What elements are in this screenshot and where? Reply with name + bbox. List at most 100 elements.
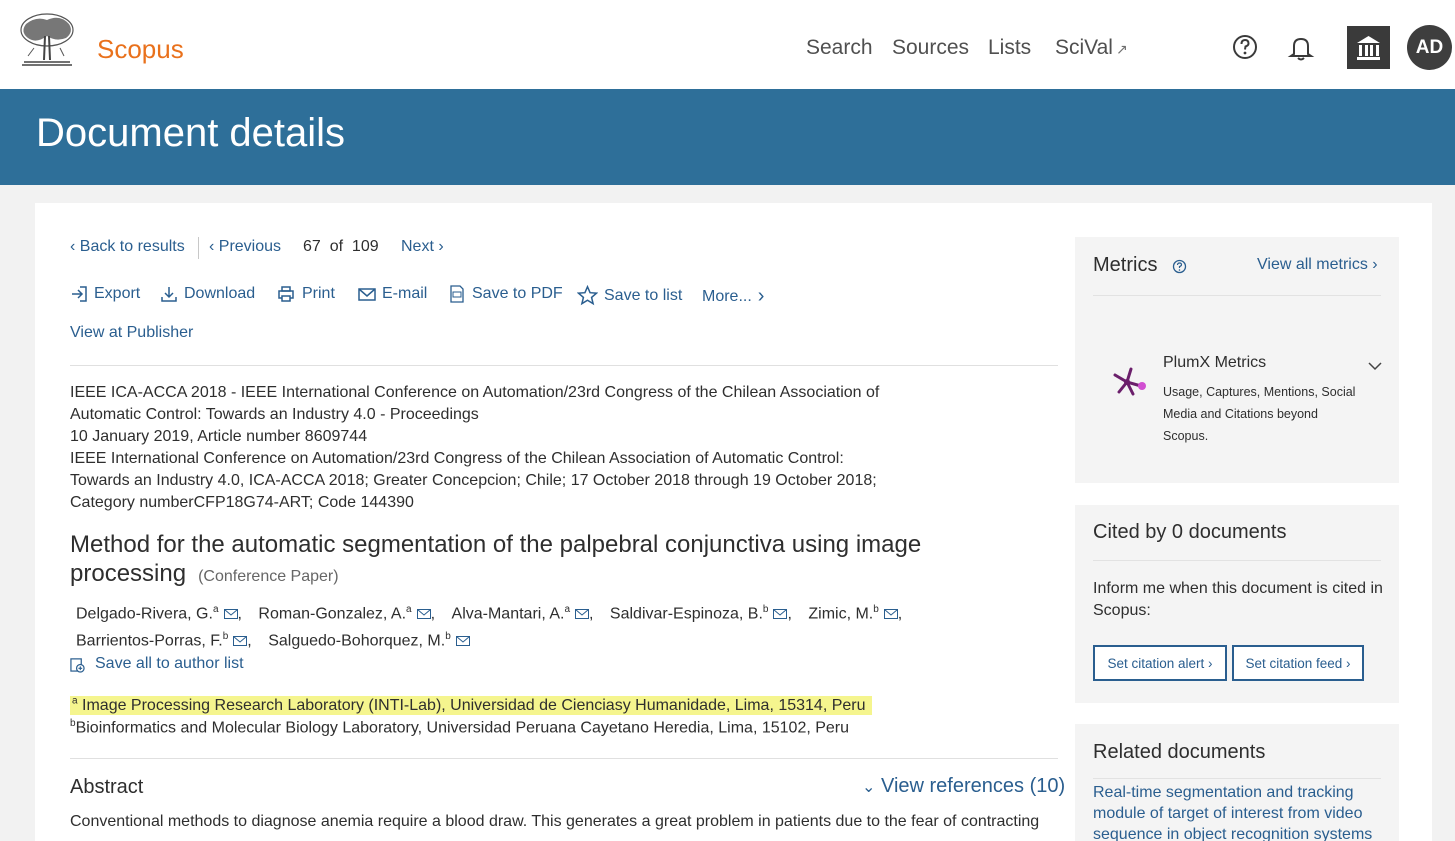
source-info: IEEE ICA-ACCA 2018 - IEEE International …: [70, 382, 879, 514]
nav-search[interactable]: Search: [806, 36, 873, 60]
author-list: Delgado-Rivera, G.a, Roman-Gonzalez, A.a…: [76, 598, 976, 653]
info-icon[interactable]: [1172, 259, 1187, 274]
view-all-metrics-link[interactable]: View all metrics ›: [1257, 256, 1378, 274]
of-label: of: [329, 238, 344, 255]
author-item[interactable]: Roman-Gonzalez, A.a,: [258, 598, 435, 625]
abstract-text: Conventional methods to diagnose anemia …: [70, 813, 1040, 830]
mail-icon[interactable]: [223, 609, 238, 620]
author-item[interactable]: Zimic, M.b,: [808, 598, 902, 625]
institution-icon[interactable]: [1347, 26, 1390, 69]
author-item[interactable]: Barrientos-Porras, F.b,: [76, 625, 252, 652]
download-label: Download: [184, 285, 256, 302]
page-title: Document details: [36, 111, 346, 155]
affiliation-text: Bioinformatics and Molecular Biology Lab…: [75, 719, 850, 737]
mail-icon[interactable]: [455, 636, 470, 647]
save-to-list-label: Save to list: [604, 286, 683, 304]
divider: [1093, 778, 1381, 779]
source-line: IEEE International Conference on Automat…: [70, 450, 844, 467]
document-type: (Conference Paper): [198, 568, 339, 585]
divider: [1093, 560, 1381, 561]
download-icon: [161, 287, 177, 302]
related-document-link[interactable]: Real-time segmentation and tracking modu…: [1093, 782, 1383, 841]
save-all-label: Save all to author list: [95, 655, 244, 672]
previous-link[interactable]: ‹ Previous: [209, 238, 281, 256]
email-button[interactable]: E-mail: [358, 285, 427, 303]
elsevier-logo-icon[interactable]: [16, 12, 78, 68]
view-references-link[interactable]: ⌄ View references (10): [862, 775, 1065, 798]
metrics-title: Metrics: [1093, 254, 1158, 276]
view-references-label: View references (10): [880, 775, 1066, 797]
author-name[interactable]: Zimic, M.: [808, 605, 873, 622]
plumx-icon[interactable]: [1111, 365, 1149, 399]
result-position: 67 of 109: [303, 238, 379, 256]
set-citation-feed-label: Set citation feed: [1245, 655, 1343, 671]
current-index: 67: [303, 238, 321, 255]
author-item[interactable]: Delgado-Rivera, G.a,: [76, 598, 242, 625]
related-documents-title: Related documents: [1093, 741, 1266, 763]
export-button[interactable]: Export: [70, 285, 140, 303]
affiliation-b: bBioinformatics and Molecular Biology La…: [70, 718, 849, 737]
author-name[interactable]: Delgado-Rivera, G.: [76, 605, 213, 622]
save-pdf-label: Save to PDF: [472, 285, 563, 302]
avatar[interactable]: AD: [1407, 25, 1452, 70]
mail-icon[interactable]: [416, 609, 431, 620]
export-label: Export: [94, 285, 141, 302]
nav-scival[interactable]: SciVal ↗: [1055, 36, 1128, 60]
help-icon[interactable]: [1231, 32, 1259, 62]
divider: [198, 237, 199, 259]
author-name[interactable]: Roman-Gonzalez, A.: [258, 605, 406, 622]
mail-icon[interactable]: [773, 609, 788, 620]
email-label: E-mail: [382, 285, 428, 302]
bell-icon[interactable]: [1287, 32, 1315, 62]
chevron-right-icon: ›: [757, 285, 765, 307]
nav-lists[interactable]: Lists: [988, 36, 1031, 60]
more-button[interactable]: More... ›: [702, 285, 764, 308]
author-item[interactable]: Alva-Mantari, A.a,: [452, 598, 594, 625]
email-icon: [358, 288, 376, 301]
save-to-list-button[interactable]: Save to list: [577, 285, 682, 306]
author-name[interactable]: Alva-Mantari, A.: [452, 605, 565, 622]
view-at-publisher-link[interactable]: View at Publisher: [70, 324, 193, 342]
document-title: Method for the automatic segmentation of…: [70, 530, 990, 591]
affiliation-a: a Image Processing Research Laboratory (…: [70, 696, 872, 716]
divider: [1093, 295, 1381, 296]
mail-icon[interactable]: [233, 636, 248, 647]
save-pdf-button[interactable]: Save to PDF: [448, 285, 563, 303]
mail-icon[interactable]: [575, 609, 590, 620]
next-label: Next: [401, 238, 434, 255]
set-citation-feed-button[interactable]: Set citation feed ›: [1232, 645, 1364, 681]
source-line: 10 January 2019, Article number 8609744: [70, 428, 368, 445]
download-button[interactable]: Download: [160, 285, 255, 303]
chevron-down-icon: ⌄: [862, 779, 876, 796]
set-citation-alert-button[interactable]: Set citation alert ›: [1093, 645, 1227, 681]
author-name[interactable]: Saldivar-Espinoza, B.: [610, 605, 763, 622]
chevron-down-icon[interactable]: [1368, 361, 1382, 371]
author-item[interactable]: Saldivar-Espinoza, B.b,: [610, 598, 792, 625]
divider: [70, 758, 1058, 759]
divider: [70, 365, 1058, 366]
affil-sup: a: [212, 604, 219, 615]
mail-icon[interactable]: [883, 609, 898, 620]
more-label: More...: [702, 287, 752, 305]
author-name[interactable]: Salguedo-Bohorquez, M.: [268, 633, 445, 650]
source-line: Automatic Control: Towards an Industry 4…: [70, 406, 479, 423]
print-button[interactable]: Print: [276, 285, 335, 303]
author-name[interactable]: Barrientos-Porras, F.: [76, 633, 223, 650]
previous-label: Previous: [218, 238, 282, 255]
scopus-brand[interactable]: Scopus: [97, 34, 184, 65]
affil-sup: b: [762, 604, 769, 615]
view-all-metrics-label: View all metrics: [1257, 256, 1368, 273]
back-to-results-link[interactable]: ‹ Back to results: [70, 238, 185, 256]
external-link-icon: ↗: [1115, 41, 1128, 57]
source-line: Category numberCFP18G74-ART; Code 144390: [70, 494, 414, 511]
affil-sup: a: [406, 604, 412, 615]
author-item[interactable]: Salguedo-Bohorquez, M.b: [268, 625, 470, 652]
save-all-to-author-list-link[interactable]: Save all to author list: [70, 655, 244, 673]
nav-sources[interactable]: Sources: [892, 36, 969, 60]
cited-by-description: Inform me when this document is cited in…: [1093, 580, 1383, 619]
affil-sup: a: [72, 696, 78, 707]
next-link[interactable]: Next ›: [401, 238, 444, 256]
print-icon: [278, 286, 294, 302]
source-line: Towards an Industry 4.0, ICA-ACCA 2018; …: [70, 472, 877, 489]
plumx-title: PlumX Metrics: [1163, 354, 1267, 371]
